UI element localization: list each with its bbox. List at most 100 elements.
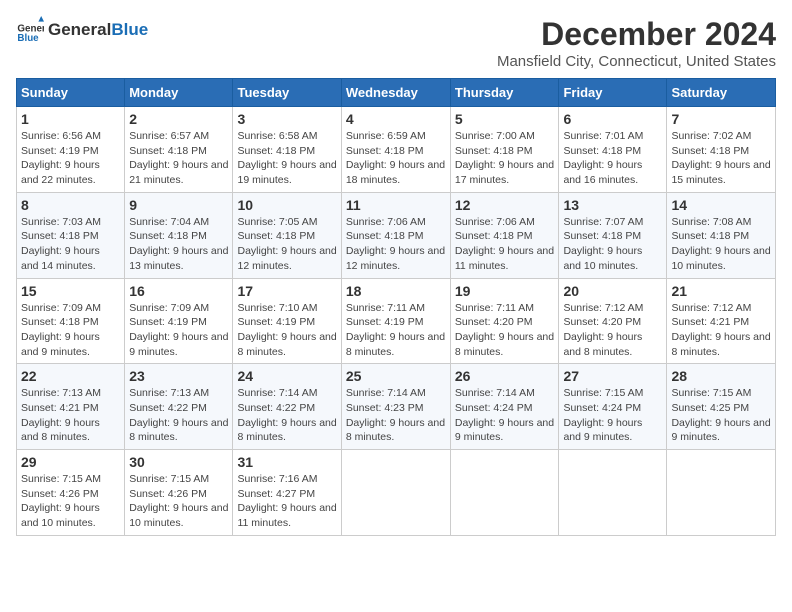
daylight-text: Daylight: 9 hours and 22 minutes. — [21, 159, 100, 186]
header-day-tuesday: Tuesday — [233, 79, 341, 107]
sunrise-text: Sunrise: 7:06 AM — [346, 216, 426, 228]
day-number: 11 — [346, 197, 446, 213]
sunset-text: Sunset: 4:19 PM — [21, 145, 99, 157]
sunrise-text: Sunrise: 7:16 AM — [237, 473, 317, 485]
daylight-text: Daylight: 9 hours and 19 minutes. — [237, 159, 336, 186]
sunrise-text: Sunrise: 7:04 AM — [129, 216, 209, 228]
sunset-text: Sunset: 4:22 PM — [237, 402, 315, 414]
calendar-week-1: 1Sunrise: 6:56 AMSunset: 4:19 PMDaylight… — [17, 107, 776, 193]
day-info: Sunrise: 7:15 AMSunset: 4:24 PMDaylight:… — [563, 386, 662, 445]
calendar-cell — [667, 450, 776, 536]
calendar-header-row: SundayMondayTuesdayWednesdayThursdayFrid… — [17, 79, 776, 107]
daylight-text: Daylight: 9 hours and 10 minutes. — [21, 502, 100, 529]
day-info: Sunrise: 7:14 AMSunset: 4:22 PMDaylight:… — [237, 386, 336, 445]
daylight-text: Daylight: 9 hours and 21 minutes. — [129, 159, 228, 186]
day-info: Sunrise: 7:06 AM Sunset: 4:18 PM Daylight:… — [455, 215, 555, 274]
daylight-text: Daylight: 9 hours and 14 minutes. — [21, 245, 100, 272]
calendar-cell: 24 Sunrise: 7:14 AMSunset: 4:22 PMDayligh… — [233, 364, 341, 450]
calendar-cell — [450, 450, 559, 536]
daylight-text: Daylight: 9 hours and 8 minutes. — [21, 417, 100, 444]
day-info: Sunrise: 7:12 AMSunset: 4:21 PMDaylight:… — [671, 301, 771, 360]
calendar-cell: 17 Sunrise: 7:10 AMSunset: 4:19 PMDayligh… — [233, 278, 341, 364]
calendar-cell: 8Sunrise: 7:03 AMSunset: 4:18 PMDaylight… — [17, 192, 125, 278]
calendar-cell — [341, 450, 450, 536]
sunset-text: Sunset: 4:18 PM — [671, 230, 749, 242]
calendar-cell: 19Sunrise: 7:11 AMSunset: 4:20 PMDayligh… — [450, 278, 559, 364]
sunrise-text: Sunrise: 7:00 AM — [455, 130, 535, 142]
sunset-text: Sunset: 4:18 PM — [563, 145, 641, 157]
daylight-text: Daylight: 9 hours and 11 minutes. — [455, 245, 554, 272]
header: General Blue GeneralBlue December 2024 M… — [16, 16, 776, 70]
sunset-text: Sunset: 4:18 PM — [455, 230, 533, 242]
day-number: 16 — [129, 283, 228, 299]
day-info: Sunrise: 7:07 AMSunset: 4:18 PMDaylight:… — [563, 215, 662, 274]
day-number: 14 — [671, 197, 771, 213]
daylight-text: Daylight: 9 hours and 18 minutes. — [346, 159, 445, 186]
day-info: Sunrise: 7:10 AMSunset: 4:19 PMDaylight:… — [237, 301, 336, 360]
day-info: Sunrise: 7:11 AMSunset: 4:20 PMDaylight:… — [455, 301, 555, 360]
sunrise-text: Sunrise: 6:58 AM — [237, 130, 317, 142]
sunset-text: Sunset: 4:26 PM — [129, 488, 207, 500]
day-number: 12 — [455, 197, 555, 213]
header-day-friday: Friday — [559, 79, 667, 107]
sunset-text: Sunset: 4:18 PM — [129, 230, 207, 242]
calendar-cell: 28Sunrise: 7:15 AMSunset: 4:25 PMDayligh… — [667, 364, 776, 450]
sunrise-text: Sunrise: 6:57 AM — [129, 130, 209, 142]
sunrise-text: Sunrise: 7:15 AM — [21, 473, 101, 485]
day-number: 21 — [671, 283, 771, 299]
sunset-text: Sunset: 4:19 PM — [237, 316, 315, 328]
day-number: 2 — [129, 111, 228, 127]
sunset-text: Sunset: 4:22 PM — [129, 402, 207, 414]
daylight-text: Daylight: 9 hours and 8 minutes. — [455, 331, 554, 358]
day-number: 24 — [237, 368, 336, 384]
sunset-text: Sunset: 4:18 PM — [455, 145, 533, 157]
header-day-wednesday: Wednesday — [341, 79, 450, 107]
sunrise-text: Sunrise: 7:01 AM — [563, 130, 643, 142]
day-info: Sunrise: 7:16 AMSunset: 4:27 PMDaylight:… — [237, 472, 336, 531]
sunset-text: Sunset: 4:21 PM — [21, 402, 99, 414]
day-info: Sunrise: 7:12 AMSunset: 4:20 PMDaylight:… — [563, 301, 662, 360]
sunset-text: Sunset: 4:20 PM — [455, 316, 533, 328]
day-number: 17 — [237, 283, 336, 299]
sunrise-text: Sunrise: 7:03 AM — [21, 216, 101, 228]
daylight-text: Daylight: 9 hours and 8 minutes. — [346, 331, 445, 358]
sunrise-text: Sunrise: 7:15 AM — [563, 387, 643, 399]
day-info: Sunrise: 6:57 AMSunset: 4:18 PMDaylight:… — [129, 129, 228, 188]
calendar-week-4: 22Sunrise: 7:13 AMSunset: 4:21 PMDayligh… — [17, 364, 776, 450]
sunrise-text: Sunrise: 7:15 AM — [671, 387, 751, 399]
day-info: Sunrise: 7:15 AMSunset: 4:26 PMDaylight:… — [129, 472, 228, 531]
day-info: Sunrise: 7:05 AMSunset: 4:18 PMDaylight:… — [237, 215, 336, 274]
daylight-text: Daylight: 9 hours and 9 minutes. — [21, 331, 100, 358]
calendar-cell: 26Sunrise: 7:14 AMSunset: 4:24 PMDayligh… — [450, 364, 559, 450]
calendar-cell: 12 Sunrise: 7:06 AM Sunset: 4:18 PM Dayligh… — [450, 192, 559, 278]
day-number: 3 — [237, 111, 336, 127]
calendar-cell: 1Sunrise: 6:56 AMSunset: 4:19 PMDaylight… — [17, 107, 125, 193]
day-info: Sunrise: 7:14 AMSunset: 4:24 PMDaylight:… — [455, 386, 555, 445]
calendar-cell: 29 Sunrise: 7:15 AMSunset: 4:26 PMDayligh… — [17, 450, 125, 536]
sunrise-text: Sunrise: 7:06 AM — [455, 216, 535, 228]
daylight-text: Daylight: 9 hours and 8 minutes. — [129, 417, 228, 444]
calendar-cell: 14Sunrise: 7:08 AMSunset: 4:18 PMDayligh… — [667, 192, 776, 278]
calendar-cell: 30Sunrise: 7:15 AMSunset: 4:26 PMDayligh… — [125, 450, 233, 536]
sunset-text: Sunset: 4:24 PM — [455, 402, 533, 414]
daylight-text: Daylight: 9 hours and 9 minutes. — [671, 417, 770, 444]
daylight-text: Daylight: 9 hours and 8 minutes. — [237, 331, 336, 358]
logo-general-text: GeneralBlue — [48, 21, 148, 40]
day-number: 1 — [21, 111, 120, 127]
day-info: Sunrise: 7:04 AMSunset: 4:18 PMDaylight:… — [129, 215, 228, 274]
sunset-text: Sunset: 4:23 PM — [346, 402, 424, 414]
calendar-cell: 13Sunrise: 7:07 AMSunset: 4:18 PMDayligh… — [559, 192, 667, 278]
day-number: 28 — [671, 368, 771, 384]
day-info: Sunrise: 7:15 AMSunset: 4:26 PMDaylight:… — [21, 472, 120, 531]
sunset-text: Sunset: 4:18 PM — [21, 316, 99, 328]
day-number: 23 — [129, 368, 228, 384]
daylight-text: Daylight: 9 hours and 17 minutes. — [455, 159, 554, 186]
day-number: 29 — [21, 454, 120, 470]
daylight-text: Daylight: 9 hours and 8 minutes. — [671, 331, 770, 358]
calendar-cell: 25Sunrise: 7:14 AMSunset: 4:23 PMDayligh… — [341, 364, 450, 450]
daylight-text: Daylight: 9 hours and 11 minutes. — [237, 502, 336, 529]
calendar-week-5: 29Sunrise: 7:15 AMSunset: 4:26 PMDayligh… — [17, 450, 776, 536]
sunset-text: Sunset: 4:18 PM — [21, 230, 99, 242]
daylight-text: Daylight: 9 hours and 15 minutes. — [671, 159, 770, 186]
calendar-cell: 22Sunrise: 7:13 AMSunset: 4:21 PMDayligh… — [17, 364, 125, 450]
